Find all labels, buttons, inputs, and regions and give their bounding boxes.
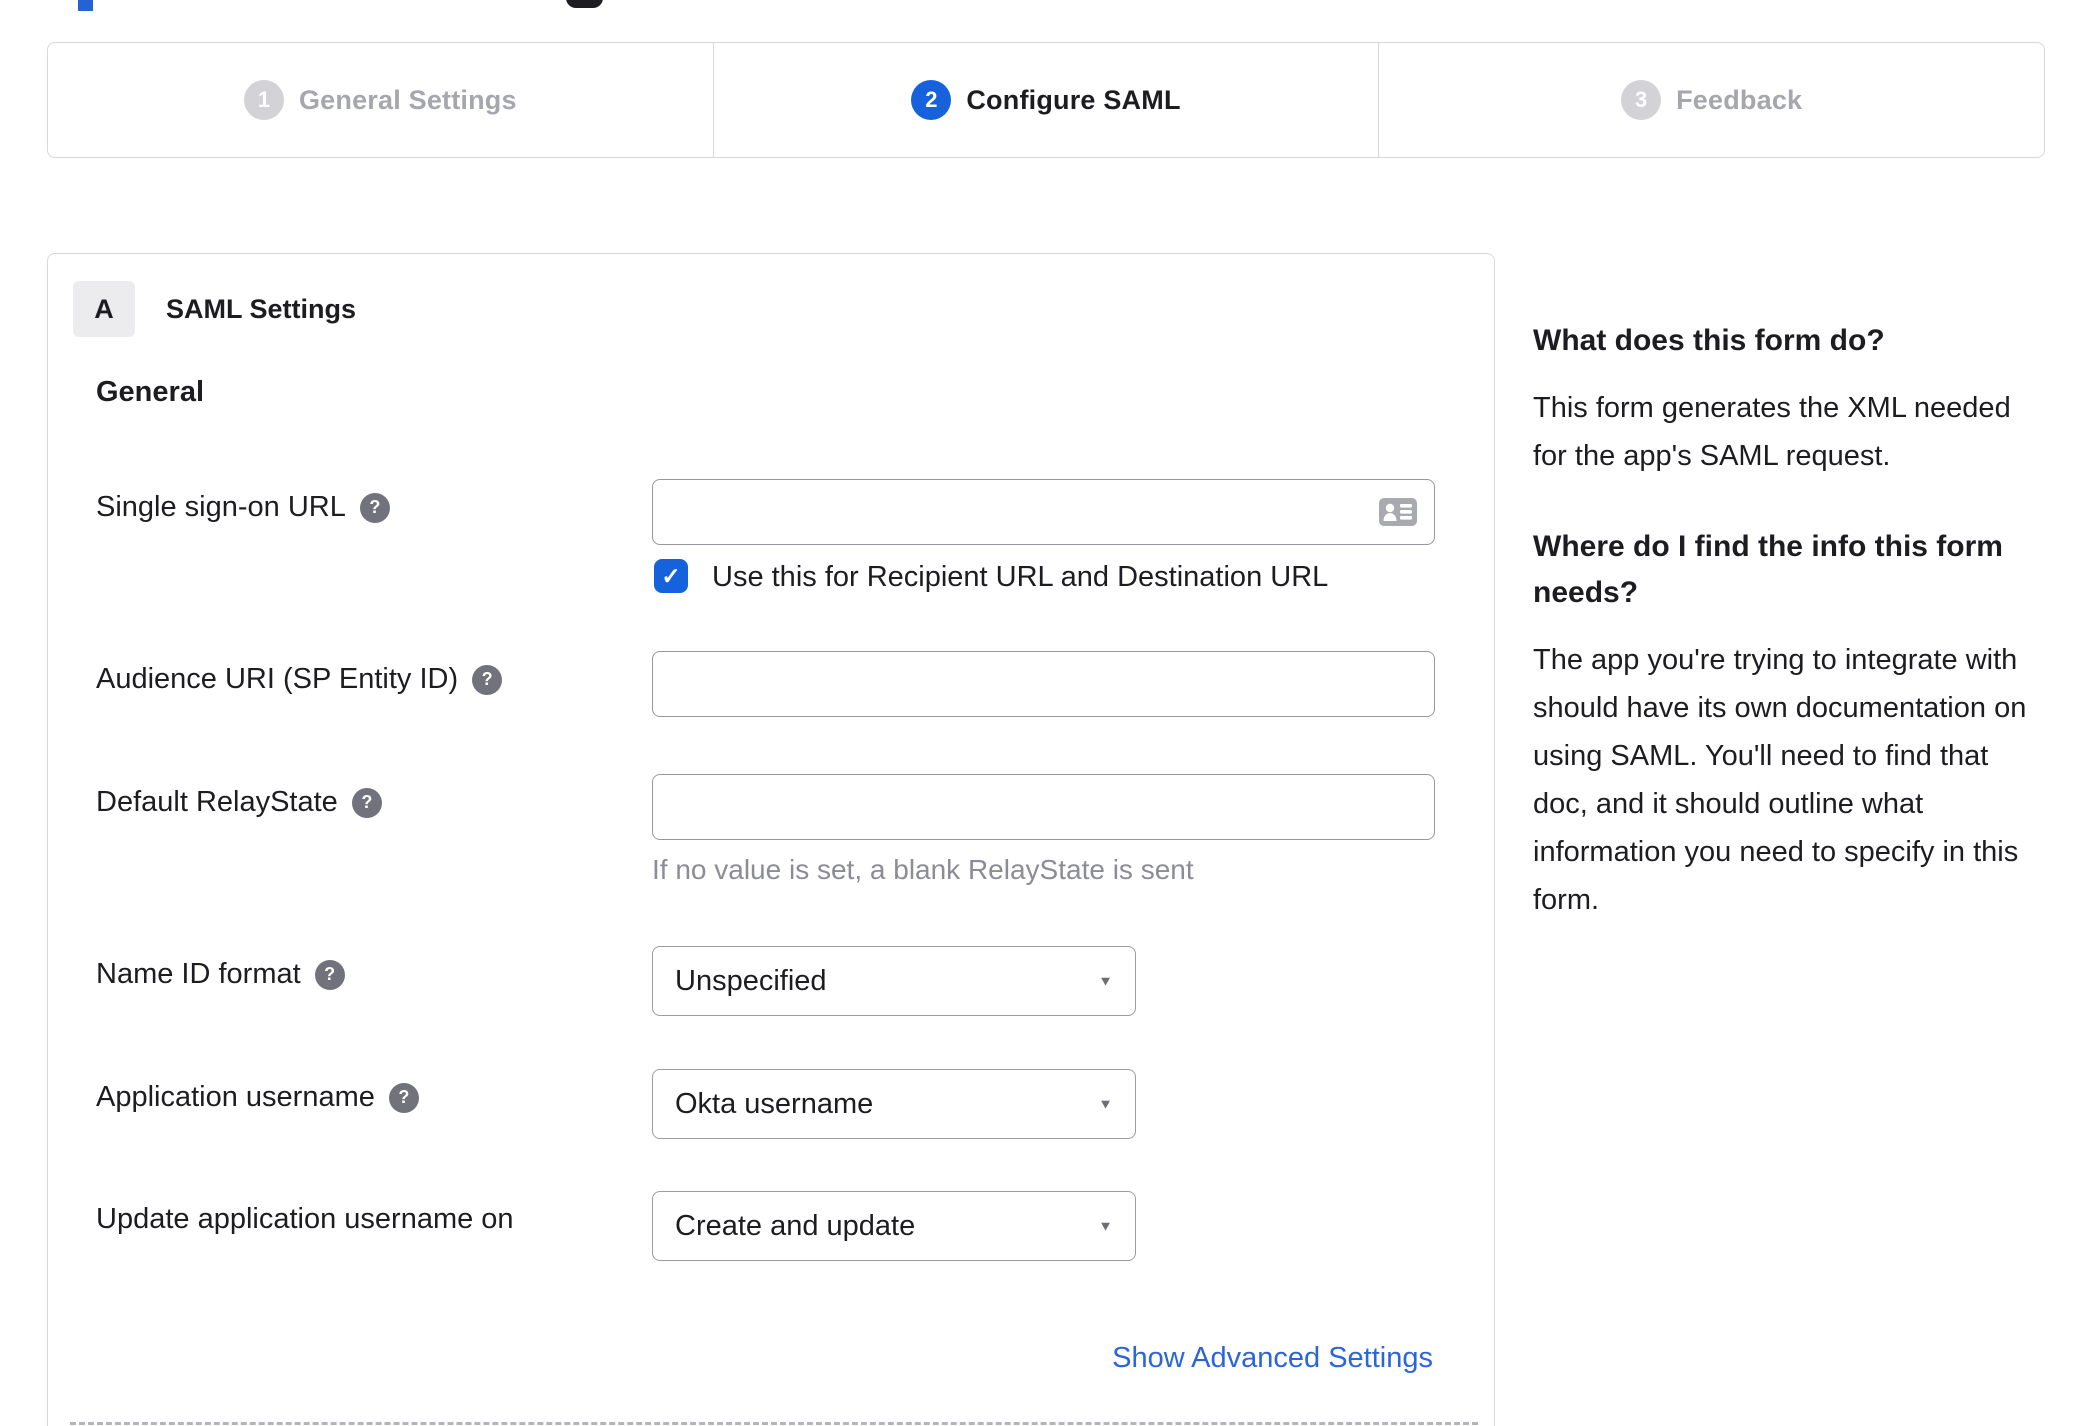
- step-3-label: Feedback: [1676, 84, 1803, 115]
- audience-uri-help-icon[interactable]: ?: [472, 664, 503, 695]
- sidebar-heading-where: Where do I find the info this form needs…: [1533, 530, 2003, 609]
- update-username-label-wrap: Update application username on: [96, 1203, 514, 1236]
- section-divider: [70, 1422, 1478, 1425]
- nameid-format-select[interactable]: Unspecified ▼: [652, 946, 1136, 1016]
- nameid-format-label-wrap: Name ID format ?: [96, 958, 345, 991]
- configure-saml-page: 1 General Settings 2 Configure SAML 3 Fe…: [0, 0, 2092, 1426]
- sidebar-paragraph-where: The app you're trying to integrate with …: [1533, 644, 2027, 916]
- sso-url-label-wrap: Single sign-on URL ?: [96, 491, 390, 524]
- relaystate-input[interactable]: [652, 774, 1435, 840]
- application-username-label-wrap: Application username ?: [96, 1081, 419, 1114]
- application-username-help-icon[interactable]: ?: [388, 1082, 419, 1113]
- nameid-format-value: Unspecified: [675, 964, 827, 997]
- recipient-destination-checkbox[interactable]: ✓: [654, 559, 688, 593]
- sidebar-paragraph-what: This form generates the XML needed for t…: [1533, 392, 2011, 472]
- audience-uri-label: Audience URI (SP Entity ID): [96, 663, 459, 695]
- section-a-badge: A: [73, 281, 135, 337]
- nameid-format-label: Name ID format: [96, 958, 301, 990]
- audience-uri-input[interactable]: [652, 651, 1435, 717]
- step-configure-saml[interactable]: 2 Configure SAML: [714, 43, 1380, 157]
- step-2-label: Configure SAML: [966, 84, 1181, 115]
- saml-settings-panel: A SAML Settings General Single sign-on U…: [47, 253, 1495, 1426]
- general-section-heading: General: [96, 376, 204, 408]
- nameid-format-help-icon[interactable]: ?: [314, 959, 345, 990]
- sso-url-label: Single sign-on URL: [96, 491, 346, 523]
- header-fragment-logo: [566, 0, 603, 8]
- chevron-down-icon: ▼: [1098, 973, 1113, 989]
- application-username-value: Okta username: [675, 1087, 874, 1120]
- help-sidebar: What does this form do? This form genera…: [1533, 318, 2049, 968]
- application-username-select[interactable]: Okta username ▼: [652, 1069, 1136, 1139]
- sso-url-input[interactable]: [652, 479, 1435, 545]
- step-3-number-badge: 3: [1621, 80, 1662, 120]
- wizard-stepper: 1 General Settings 2 Configure SAML 3 Fe…: [47, 42, 2045, 158]
- sso-url-help-icon[interactable]: ?: [359, 492, 390, 523]
- step-1-number-badge: 1: [243, 80, 284, 120]
- relaystate-hint: If no value is set, a blank RelayState i…: [652, 854, 1194, 885]
- panel-title: SAML Settings: [166, 294, 357, 324]
- step-general-settings[interactable]: 1 General Settings: [48, 43, 714, 157]
- update-username-select[interactable]: Create and update ▼: [652, 1191, 1136, 1261]
- application-username-label: Application username: [96, 1081, 375, 1113]
- recipient-destination-label: Use this for Recipient URL and Destinati…: [712, 561, 1329, 593]
- relaystate-label: Default RelayState: [96, 786, 338, 818]
- step-2-number-badge: 2: [911, 80, 952, 120]
- relaystate-help-icon[interactable]: ?: [351, 787, 382, 818]
- show-advanced-settings-link[interactable]: Show Advanced Settings: [1112, 1342, 1433, 1375]
- audience-uri-label-wrap: Audience URI (SP Entity ID) ?: [96, 663, 503, 696]
- sidebar-heading-what: What does this form do?: [1533, 324, 1885, 357]
- update-username-value: Create and update: [675, 1209, 916, 1242]
- relaystate-label-wrap: Default RelayState ?: [96, 786, 382, 819]
- chevron-down-icon: ▼: [1098, 1096, 1113, 1112]
- chevron-down-icon: ▼: [1098, 1218, 1113, 1234]
- header-fragment-blue: [78, 0, 93, 11]
- step-1-label: General Settings: [298, 84, 517, 115]
- contact-card-icon[interactable]: [1378, 496, 1418, 528]
- update-username-label: Update application username on: [96, 1203, 514, 1235]
- step-feedback[interactable]: 3 Feedback: [1379, 43, 2044, 157]
